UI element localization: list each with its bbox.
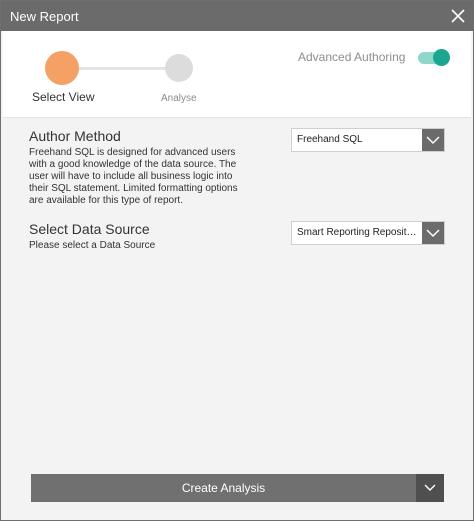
new-report-dialog: New Report Select View Analyse Advanced …	[0, 0, 474, 521]
advanced-authoring-label: Advanced Authoring	[298, 50, 406, 64]
author-method-title: Author Method	[29, 128, 121, 144]
dialog-titlebar: New Report	[1, 1, 473, 31]
chevron-down-icon	[426, 136, 440, 145]
dialog-title: New Report	[10, 9, 79, 24]
wizard-stepper: Select View Analyse Advanced Authoring	[3, 31, 471, 118]
author-method-select[interactable]: Freehand SQL	[291, 128, 445, 152]
data-source-select[interactable]: Smart Reporting Repository	[291, 221, 445, 245]
step-select-view-circle[interactable]	[45, 51, 79, 85]
step-analyse-label: Analyse	[161, 93, 197, 104]
author-method-dropdown-button[interactable]	[422, 129, 444, 151]
step-select-view-label: Select View	[32, 90, 95, 104]
data-source-description: Please select a Data Source	[29, 240, 156, 251]
data-source-title: Select Data Source	[29, 221, 150, 237]
chevron-down-icon	[426, 229, 440, 238]
close-icon[interactable]	[450, 8, 466, 24]
step-analyse-circle[interactable]	[165, 54, 193, 82]
advanced-authoring-toggle[interactable]	[418, 49, 450, 66]
data-source-value: Smart Reporting Repository	[297, 227, 419, 238]
create-analysis-dropdown-button[interactable]	[416, 474, 444, 502]
chevron-down-icon	[424, 484, 436, 491]
step-connector	[67, 67, 179, 70]
author-method-description: Freehand SQL is designed for advanced us…	[29, 147, 238, 206]
author-method-value: Freehand SQL	[297, 134, 363, 145]
data-source-dropdown-button[interactable]	[422, 222, 444, 244]
toggle-knob	[433, 49, 450, 66]
create-analysis-button[interactable]: Create Analysis	[31, 474, 416, 502]
